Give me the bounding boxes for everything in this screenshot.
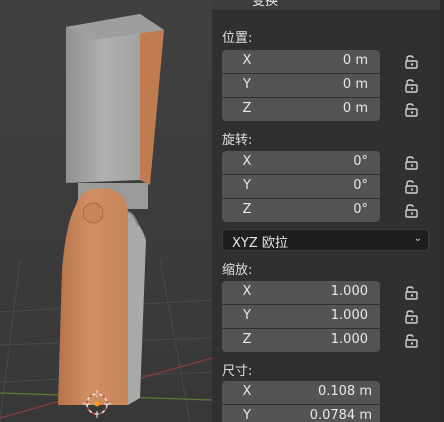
location-label: 位置: xyxy=(222,31,253,46)
scale-x-field[interactable]: X 1.000 xyxy=(222,281,380,304)
location-y-field[interactable]: Y 0 m xyxy=(222,74,380,97)
lock-scale-y-icon[interactable] xyxy=(403,309,419,325)
field-value: 0 m xyxy=(342,53,368,68)
axis-label: X xyxy=(242,53,252,68)
lock-scale-z-icon[interactable] xyxy=(403,333,419,349)
axis-label: Y xyxy=(243,178,251,193)
location-x-field[interactable]: X 0 m xyxy=(222,50,380,73)
chevron-down-icon: ⌄ xyxy=(413,233,422,244)
lock-rotation-z-icon[interactable] xyxy=(403,203,419,219)
field-value: 0.0784 m xyxy=(309,408,372,422)
scale-y-field[interactable]: Y 1.000 xyxy=(222,305,380,328)
panel-title: 变换 xyxy=(252,0,279,9)
dimensions-x-field[interactable]: X 0.108 m xyxy=(222,381,380,404)
panel-scrollbar[interactable] xyxy=(440,0,444,422)
transform-panel-header[interactable]: ⌄ 变换 ⋯⋯ xyxy=(212,0,444,11)
lock-location-x-icon[interactable] xyxy=(403,54,419,70)
rotation-x-field[interactable]: X 0° xyxy=(222,151,380,174)
axis-label: Z xyxy=(242,101,252,116)
object-origin-icon xyxy=(94,401,100,407)
axis-label: X xyxy=(242,284,252,299)
field-value: 1.000 xyxy=(330,284,368,299)
axis-label: Y xyxy=(243,77,251,92)
rotation-label: 旋转: xyxy=(222,133,253,148)
rotation-mode-dropdown[interactable]: XYZ 欧拉 ⌄ xyxy=(222,229,429,251)
viewport-canvas xyxy=(0,0,212,422)
3d-viewport[interactable] xyxy=(0,0,212,422)
axis-label: Y xyxy=(243,308,251,323)
field-value: 1.000 xyxy=(330,332,368,347)
field-value: 1.000 xyxy=(330,308,368,323)
dimensions-y-field[interactable]: Y 0.0784 m xyxy=(222,405,380,422)
axis-label: Z xyxy=(242,202,252,217)
rotation-y-field[interactable]: Y 0° xyxy=(222,175,380,198)
axis-label: X xyxy=(242,154,252,169)
scale-label: 缩放: xyxy=(222,263,253,278)
field-value: 0° xyxy=(353,154,368,169)
rotation-z-field[interactable]: Z 0° xyxy=(222,199,380,222)
rotation-mode-value: XYZ 欧拉 xyxy=(232,236,288,251)
field-value: 0 m xyxy=(342,101,368,116)
ellipsis-icon[interactable]: ⋯⋯ xyxy=(404,0,432,3)
field-value: 0° xyxy=(353,178,368,193)
transform-panel: ⌄ 变换 ⋯⋯ 位置: X 0 m Y 0 m Z 0 m 旋转: X 0° Y… xyxy=(212,0,444,422)
lock-location-y-icon[interactable] xyxy=(403,78,419,94)
lock-rotation-y-icon[interactable] xyxy=(403,179,419,195)
field-value: 0.108 m xyxy=(317,384,372,399)
collapse-chevron-icon[interactable]: ⌄ xyxy=(220,0,228,3)
axis-label: Z xyxy=(242,332,252,347)
axis-label: X xyxy=(242,384,252,399)
lock-scale-x-icon[interactable] xyxy=(403,285,419,301)
location-z-field[interactable]: Z 0 m xyxy=(222,98,380,121)
lock-location-z-icon[interactable] xyxy=(403,102,419,118)
field-value: 0 m xyxy=(342,77,368,92)
scale-z-field[interactable]: Z 1.000 xyxy=(222,329,380,352)
axis-label: Y xyxy=(243,408,251,422)
dimensions-label: 尺寸: xyxy=(222,364,253,379)
field-value: 0° xyxy=(353,202,368,217)
lock-rotation-x-icon[interactable] xyxy=(403,155,419,171)
upper-gray-link[interactable] xyxy=(66,14,164,209)
lower-orange-link[interactable] xyxy=(58,188,146,405)
